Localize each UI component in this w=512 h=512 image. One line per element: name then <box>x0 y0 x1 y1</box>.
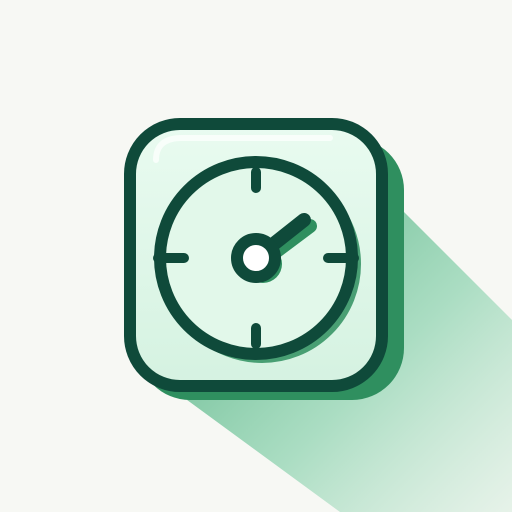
app-icon-canvas <box>0 0 512 512</box>
hub <box>231 233 281 283</box>
gauge-icon <box>124 118 512 512</box>
